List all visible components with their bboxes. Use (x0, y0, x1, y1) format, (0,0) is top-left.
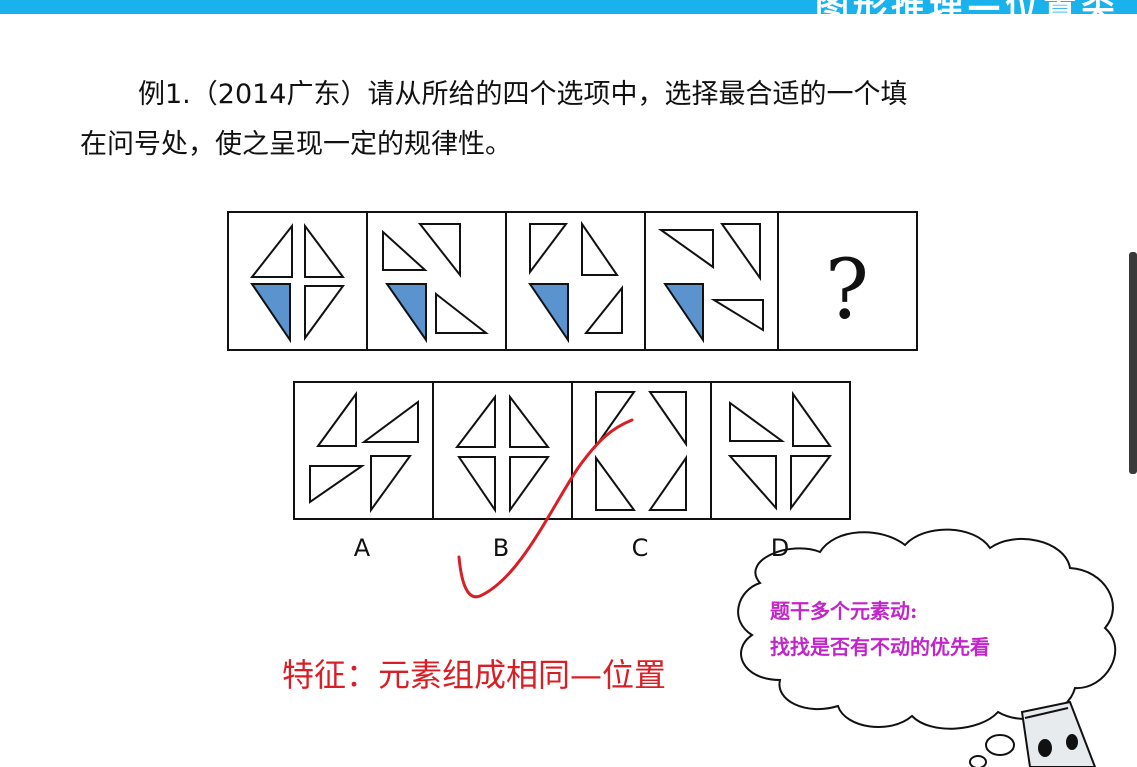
blue-triangle (528, 283, 569, 344)
question-row (227, 211, 918, 351)
feature-annotation: 特征：元素组成相同—位置 (282, 656, 667, 694)
bubble-text: 题干多个元素动: 找找是否有不动的优先看 (770, 593, 990, 665)
bubble-line-1: 题干多个元素动: (770, 599, 918, 623)
option-d-figure[interactable] (727, 390, 832, 511)
question-row-frame (227, 211, 918, 351)
question-cell-2 (382, 223, 489, 344)
mascot-icon (1020, 700, 1097, 767)
blue-triangle (663, 283, 704, 344)
scrollbar[interactable] (1129, 252, 1137, 474)
question-cell-1 (249, 222, 345, 344)
option-c-label[interactable]: C (620, 534, 660, 562)
question-mark: ? (825, 243, 869, 338)
option-d-label[interactable]: D (760, 534, 800, 562)
option-a-figure[interactable] (309, 390, 419, 514)
blue-triangle (385, 283, 427, 344)
question-cell-4 (657, 223, 764, 344)
option-a-label[interactable]: A (342, 534, 382, 562)
option-b-label[interactable]: B (481, 534, 521, 562)
question-cell-3 (528, 220, 623, 344)
option-b-figure[interactable] (454, 394, 551, 514)
bubble-line-2: 找找是否有不动的优先看 (770, 635, 990, 659)
blue-triangle (250, 283, 291, 344)
option-c-figure[interactable] (595, 391, 687, 511)
